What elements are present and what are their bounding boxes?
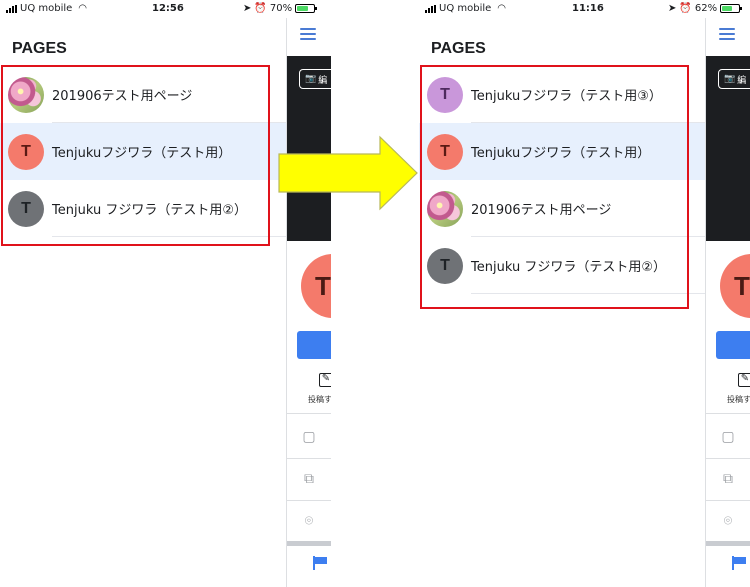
battery-icon — [295, 4, 318, 13]
battery-icon — [720, 4, 743, 13]
divider — [706, 413, 750, 414]
edit-cover-button[interactable]: 📷 編 — [299, 69, 331, 89]
location-icon[interactable]: ⌾ — [719, 512, 737, 530]
copy-icon[interactable]: ⧉ — [719, 470, 737, 488]
battery-percent: 62% — [694, 3, 718, 14]
battery-fill — [722, 6, 733, 11]
photo-icon[interactable]: ▢ — [300, 428, 318, 446]
status-right: ➤ ⏰ 62% — [668, 3, 743, 14]
carrier: UQ mobile ◠ — [6, 3, 87, 14]
status-bar: UQ mobile ◠ 11:16 ➤ ⏰ 62% — [419, 0, 750, 18]
camera-icon: 📷 — [724, 74, 736, 84]
primary-action-button[interactable] — [716, 331, 750, 359]
signal-icon — [6, 4, 17, 13]
highlight-box-before — [1, 65, 270, 246]
pencil-icon[interactable]: ✎ — [738, 373, 750, 387]
copy-icon[interactable]: ⧉ — [300, 470, 318, 488]
primary-action-button[interactable] — [297, 331, 331, 359]
edit-cover-label: 編 — [318, 75, 328, 86]
location-icon[interactable]: ⌾ — [300, 512, 318, 530]
carrier-name: UQ mobile — [439, 3, 492, 14]
menu-icon[interactable] — [300, 28, 316, 40]
wifi-icon: ◠ — [497, 3, 507, 14]
side-panel: 📷 編 T ✎ 投稿す ▢ ⧉ ⌾ — [705, 18, 750, 587]
section-separator — [706, 541, 750, 546]
battery-percent: 70% — [269, 3, 293, 14]
signal-icon — [425, 4, 436, 13]
location-arrow-icon: ➤ — [668, 3, 677, 14]
post-label: 投稿す — [727, 395, 750, 404]
location-arrow-icon: ➤ — [243, 3, 252, 14]
status-bar: UQ mobile ◠ 12:56 ➤ ⏰ 70% — [0, 0, 331, 18]
alarm-icon: ⏰ — [254, 3, 267, 14]
divider — [706, 500, 750, 501]
edit-cover-button[interactable]: 📷 編 — [718, 69, 750, 89]
section-separator — [287, 541, 331, 546]
flag-icon[interactable] — [732, 556, 748, 570]
divider — [706, 458, 750, 459]
camera-icon: 📷 — [305, 74, 317, 84]
carrier: UQ mobile ◠ — [425, 3, 506, 14]
status-time: 12:56 — [152, 3, 184, 14]
pages-heading: PAGES — [431, 40, 486, 57]
cover-photo: 📷 編 — [706, 56, 750, 241]
wifi-icon: ◠ — [78, 3, 88, 14]
edit-cover-label: 編 — [737, 75, 747, 86]
highlight-box-after — [420, 65, 689, 309]
divider — [287, 458, 331, 459]
pencil-icon[interactable]: ✎ — [319, 373, 331, 387]
battery-fill — [297, 6, 309, 11]
carrier-name: UQ mobile — [20, 3, 73, 14]
pages-heading: PAGES — [12, 40, 67, 57]
divider — [287, 413, 331, 414]
side-panel: 📷 編 T ✎ 投稿す ▢ ⧉ ⌾ — [286, 18, 331, 587]
status-right: ➤ ⏰ 70% — [243, 3, 318, 14]
alarm-icon: ⏰ — [679, 3, 692, 14]
flag-icon[interactable] — [313, 556, 329, 570]
profile-avatar[interactable]: T — [301, 254, 331, 318]
divider — [287, 500, 331, 501]
profile-avatar[interactable]: T — [720, 254, 750, 318]
menu-icon[interactable] — [719, 28, 735, 40]
post-label: 投稿す — [308, 395, 331, 404]
status-time: 11:16 — [572, 3, 604, 14]
photo-icon[interactable]: ▢ — [719, 428, 737, 446]
arrow-right-icon — [278, 135, 418, 211]
